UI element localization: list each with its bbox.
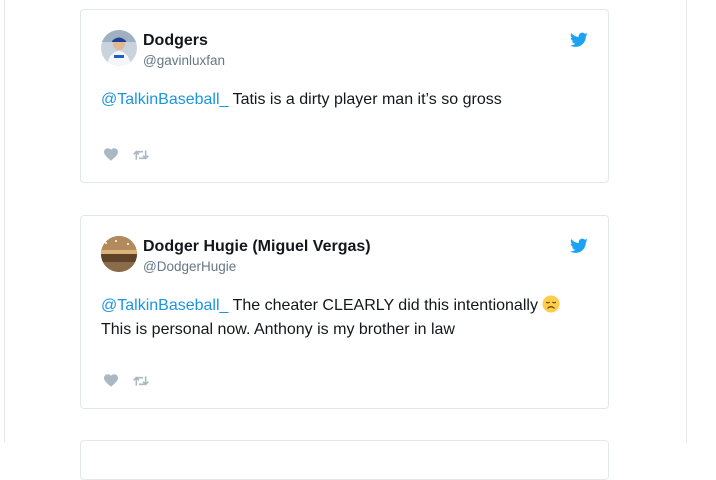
tweet-card[interactable]: Dodgers @gavinluxfan @TalkinBaseball_ Ta… <box>80 9 609 183</box>
tweet-body-line2: This is personal now. Anthony is my brot… <box>101 321 455 338</box>
tweet-body: Tatis is a dirty player man it’s so gros… <box>228 91 502 108</box>
tweet-card[interactable] <box>80 440 609 480</box>
heart-icon[interactable] <box>103 373 119 387</box>
mention-link[interactable]: @TalkinBaseball_ <box>101 91 228 108</box>
stadium-avatar-icon <box>101 236 137 272</box>
twitter-bird-icon[interactable] <box>570 32 588 48</box>
disappointed-face-emoji-icon <box>542 295 560 313</box>
dodgers-player-avatar-icon <box>101 30 137 66</box>
mention-link[interactable]: @TalkinBaseball_ <box>101 297 228 314</box>
display-name[interactable]: Dodger Hugie (Miguel Vergas) <box>143 238 371 256</box>
heart-icon[interactable] <box>103 147 119 161</box>
username[interactable]: @DodgerHugie <box>143 259 236 274</box>
retweet-icon[interactable] <box>133 148 149 162</box>
avatar[interactable] <box>101 236 137 272</box>
tweet-card[interactable]: Dodger Hugie (Miguel Vergas) @DodgerHugi… <box>80 215 609 409</box>
display-name[interactable]: Dodgers <box>143 32 208 50</box>
avatar[interactable] <box>101 30 137 66</box>
tweet-text: @TalkinBaseball_ The cheater CLEARLY did… <box>101 294 581 342</box>
tweet-body: The cheater CLEARLY did this intentional… <box>228 297 543 314</box>
retweet-icon[interactable] <box>133 374 149 388</box>
twitter-bird-icon[interactable] <box>570 238 588 254</box>
username[interactable]: @gavinluxfan <box>143 53 225 68</box>
tweet-text: @TalkinBaseball_ Tatis is a dirty player… <box>101 88 581 112</box>
